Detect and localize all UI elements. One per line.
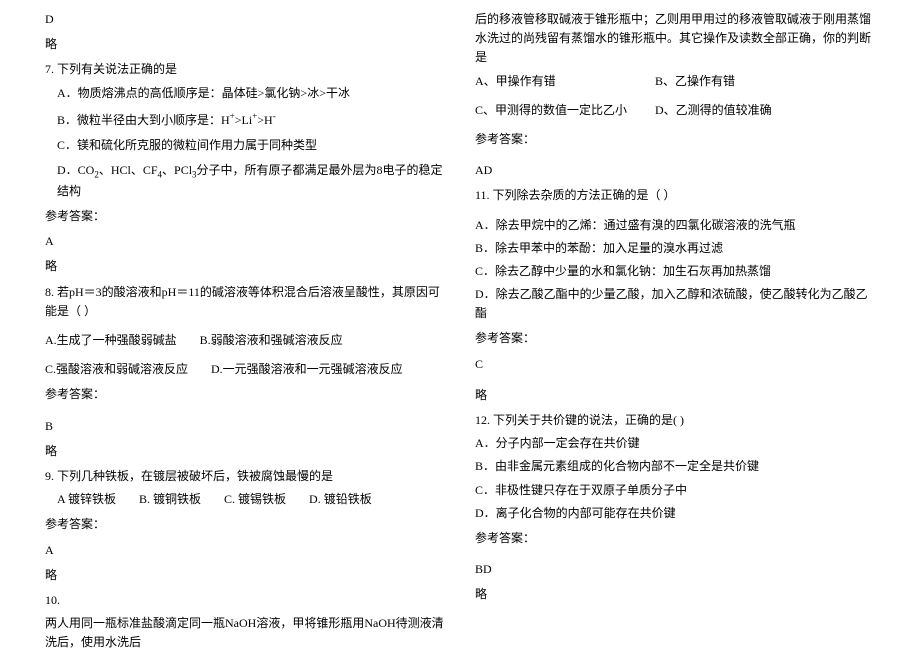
q7-b-pre: B．微粒半径由大到小顺序是：H: [57, 113, 230, 127]
q8-stem: 8. 若pH＝3的酸溶液和pH＝11的碱溶液等体积混合后溶液呈酸性，其原因可能是…: [45, 283, 445, 321]
sup-minus: -: [273, 111, 276, 121]
q10-cont: 后的移液管移取碱液于锥形瓶中；乙则用甲用过的移液管取碱液于刚用蒸馏水洗过的尚残留…: [475, 10, 875, 68]
q7-d-2: 、HCl、CF: [99, 163, 158, 177]
q8-option-b: B.弱酸溶液和强碱溶液反应: [200, 333, 343, 347]
q8-note: 略: [45, 442, 445, 461]
q9-option-a: A 镀锌铁板: [57, 492, 116, 506]
q10-ans: AD: [475, 161, 875, 180]
q10-num: 10.: [45, 591, 445, 610]
q10-option-a: A、甲操作有错: [475, 72, 655, 91]
q10-ans-head: 参考答案：: [475, 130, 875, 149]
left-column: D 略 7. 下列有关说法正确的是 A．物质熔沸点的高低顺序是：晶体硅>氯化钠>…: [30, 10, 460, 641]
q8-ans: B: [45, 417, 445, 436]
q8-row2: C.强酸溶液和弱碱溶液反应 D.一元强酸溶液和一元强碱溶液反应: [45, 360, 445, 379]
q11-option-c: C．除去乙醇中少量的水和氯化钠：加生石灰再加热蒸馏: [475, 262, 875, 281]
q12-stem: 12. 下列关于共价键的说法，正确的是( ): [475, 411, 875, 430]
q7-d-3: 、PCl: [162, 163, 192, 177]
q7-b-end: >H: [257, 113, 272, 127]
q8-ans-head: 参考答案：: [45, 385, 445, 404]
q11-note: 略: [475, 386, 875, 405]
q9-options: A 镀锌铁板 B. 镀铜铁板 C. 镀锡铁板 D. 镀铅铁板: [57, 490, 445, 509]
q7-d-pre: D．CO: [57, 163, 94, 177]
q12-option-a: A．分子内部一定会存在共价键: [475, 434, 875, 453]
q9-ans-head: 参考答案：: [45, 515, 445, 534]
q10-row1: A、甲操作有错 B、乙操作有错: [475, 72, 875, 91]
q12-ans: BD: [475, 560, 875, 579]
q9-note: 略: [45, 566, 445, 585]
q12-note: 略: [475, 585, 875, 604]
q7-option-d: D．CO2、HCl、CF4、PCl3分子中，所有原子都满足最外层为8电子的稳定结…: [57, 161, 445, 201]
q9-option-c: C. 镀锡铁板: [224, 492, 286, 506]
q11-stem: 11. 下列除去杂质的方法正确的是（ ）: [475, 186, 875, 205]
q8-option-d: D.一元强酸溶液和一元强碱溶液反应: [211, 362, 403, 376]
q11-option-d: D．除去乙酸乙酯中的少量乙酸，加入乙醇和浓硫酸，使乙酸转化为乙酸乙酯: [475, 285, 875, 323]
q8-option-a: A.生成了一种强酸弱碱盐: [45, 333, 177, 347]
q7-note: 略: [45, 257, 445, 276]
q12-option-d: D．离子化合物的内部可能存在共价键: [475, 504, 875, 523]
q9-stem: 9. 下列几种铁板，在镀层被破坏后，铁被腐蚀最慢的是: [45, 467, 445, 486]
q9-option-b: B. 镀铜铁板: [139, 492, 201, 506]
q11-option-a: A．除去甲烷中的乙烯：通过盛有溴的四氯化碳溶液的洗气瓶: [475, 216, 875, 235]
q7-b-mid: >Li: [235, 113, 252, 127]
q7-option-c: C．镁和硫化所克服的微粒间作用力属于同种类型: [57, 136, 445, 155]
q7-ans: A: [45, 232, 445, 251]
q8-row1: A.生成了一种强酸弱碱盐 B.弱酸溶液和强碱溶液反应: [45, 331, 445, 350]
q7-option-a: A．物质熔沸点的高低顺序是：晶体硅>氯化钠>冰>干冰: [57, 84, 445, 103]
q11-option-b: B．除去甲苯中的苯酚：加入足量的溴水再过滤: [475, 239, 875, 258]
q8-option-c: C.强酸溶液和弱碱溶液反应: [45, 362, 188, 376]
q10-row2: C、甲测得的数值一定比乙小 D、乙测得的值较准确: [475, 101, 875, 120]
q10-option-b: B、乙操作有错: [655, 72, 735, 91]
q9-ans: A: [45, 541, 445, 560]
q10-option-d: D、乙测得的值较准确: [655, 101, 772, 120]
q11-ans: C: [475, 355, 875, 374]
q7-option-b: B．微粒半径由大到小顺序是：H+>Li+>H-: [57, 109, 445, 130]
q12-option-b: B．由非金属元素组成的化合物内部不一定全是共价键: [475, 457, 875, 476]
q11-ans-head: 参考答案：: [475, 329, 875, 348]
q7-stem: 7. 下列有关说法正确的是: [45, 60, 445, 79]
pre-note: 略: [45, 35, 445, 54]
q7-ans-head: 参考答案：: [45, 207, 445, 226]
q10-stem: 两人用同一瓶标准盐酸滴定同一瓶NaOH溶液，甲将锥形瓶用NaOH待测液清洗后，使…: [45, 614, 445, 652]
pre-answer: D: [45, 10, 445, 29]
q10-option-c: C、甲测得的数值一定比乙小: [475, 101, 655, 120]
right-column: 后的移液管移取碱液于锥形瓶中；乙则用甲用过的移液管取碱液于刚用蒸馏水洗过的尚残留…: [460, 10, 890, 641]
q9-option-d: D. 镀铅铁板: [309, 492, 372, 506]
q12-option-c: C．非极性键只存在于双原子单质分子中: [475, 481, 875, 500]
q12-ans-head: 参考答案：: [475, 529, 875, 548]
